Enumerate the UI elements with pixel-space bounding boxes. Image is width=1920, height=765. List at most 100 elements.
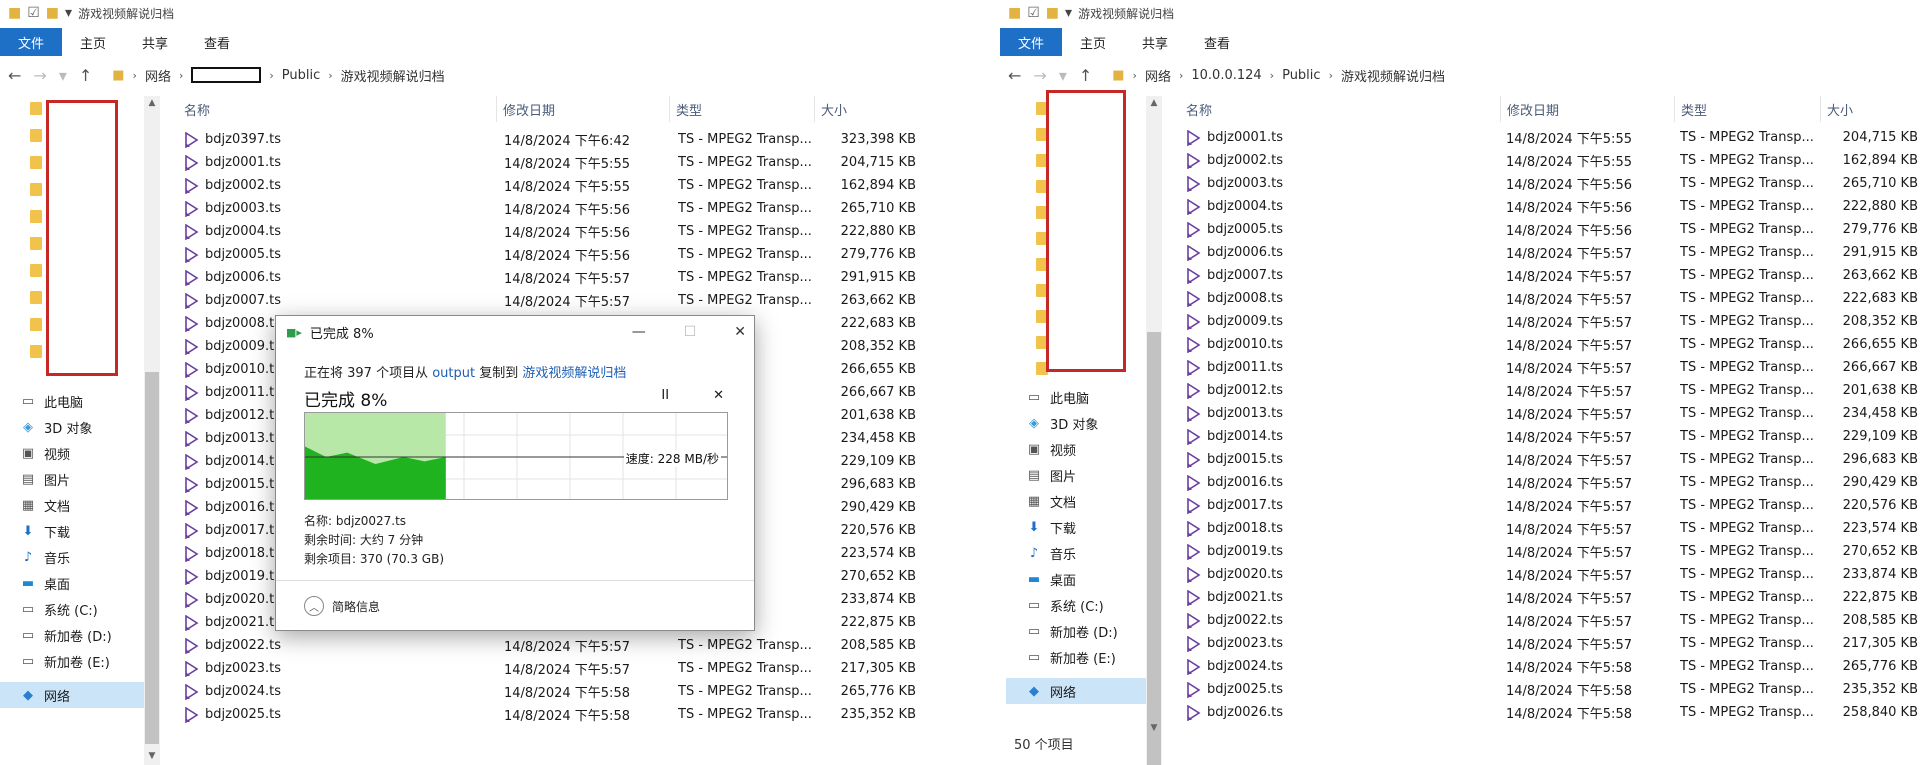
- table-row[interactable]: bdjz0006.ts 14/8/2024 下午5:57 TS - MPEG2 Tr…: [1186, 241, 1920, 264]
- file-name[interactable]: bdjz0007.ts: [205, 293, 281, 308]
- destination-link[interactable]: 游戏视频解说归档: [522, 366, 626, 381]
- file-name-cell[interactable]: bdjz0012.ts: [1186, 379, 1498, 402]
- header-type[interactable]: 类型: [1674, 96, 1820, 122]
- table-row[interactable]: bdjz0011.ts 14/8/2024 下午5:57 TS - MPEG2 Tr…: [1186, 356, 1920, 379]
- file-name-cell[interactable]: bdjz0007.ts: [184, 289, 496, 312]
- table-row[interactable]: bdjz0006.ts 14/8/2024 下午5:57 TS - MPEG2 Tr…: [184, 266, 964, 289]
- nav-item[interactable]: ▭ 新加卷 (E:): [20, 648, 160, 674]
- chevron-right-icon[interactable]: ›: [1270, 69, 1274, 82]
- nav-item[interactable]: ♪ 音乐: [1026, 540, 1166, 566]
- file-name[interactable]: bdjz0005.ts: [1207, 222, 1283, 237]
- file-name-cell[interactable]: bdjz0015.ts: [1186, 448, 1498, 471]
- file-name[interactable]: bdjz0008.ts: [205, 316, 281, 331]
- file-name[interactable]: bdjz0012.ts: [1207, 383, 1283, 398]
- nav-item-label[interactable]: 桌面: [1050, 570, 1076, 589]
- nav-item-label[interactable]: 视频: [1050, 440, 1076, 459]
- nav-item-label[interactable]: 视频: [44, 444, 70, 463]
- nav-item-label[interactable]: 此电脑: [1050, 388, 1089, 407]
- file-name[interactable]: bdjz0017.ts: [205, 523, 281, 538]
- cancel-copy-button[interactable]: ✕: [713, 388, 724, 403]
- folder-icon[interactable]: [30, 129, 42, 142]
- table-row[interactable]: bdjz0004.ts 14/8/2024 下午5:56 TS - MPEG2 Tr…: [1186, 195, 1920, 218]
- chevron-up-icon[interactable]: ︿: [304, 596, 324, 616]
- file-name[interactable]: bdjz0006.ts: [1207, 245, 1283, 260]
- file-name[interactable]: bdjz0014.ts: [205, 454, 281, 469]
- nav-item[interactable]: ♪ 音乐: [20, 544, 160, 570]
- table-row[interactable]: bdjz0022.ts 14/8/2024 下午5:57 TS - MPEG2 Tr…: [1186, 609, 1920, 632]
- file-name[interactable]: bdjz0009.ts: [1207, 314, 1283, 329]
- file-name[interactable]: bdjz0019.ts: [205, 569, 281, 584]
- tab-home[interactable]: 主页: [62, 28, 124, 56]
- crumb-public[interactable]: Public: [1282, 68, 1320, 83]
- file-name[interactable]: bdjz0026.ts: [1207, 705, 1283, 720]
- file-name[interactable]: bdjz0023.ts: [205, 661, 281, 676]
- file-name[interactable]: bdjz0022.ts: [1207, 613, 1283, 628]
- scroll-thumb[interactable]: [145, 372, 159, 744]
- table-row[interactable]: bdjz0008.ts 14/8/2024 下午5:57 TS - MPEG2 Tr…: [1186, 287, 1920, 310]
- file-name-cell[interactable]: bdjz0004.ts: [184, 220, 496, 243]
- nav-item-label[interactable]: 音乐: [1050, 544, 1076, 563]
- file-name-cell[interactable]: bdjz0025.ts: [1186, 678, 1498, 701]
- nav-item[interactable]: ⬇ 下载: [20, 518, 160, 544]
- source-link[interactable]: output: [432, 366, 475, 381]
- file-name[interactable]: bdjz0016.ts: [1207, 475, 1283, 490]
- table-row[interactable]: bdjz0022.ts 14/8/2024 下午5:57 TS - MPEG2 Tr…: [184, 634, 964, 657]
- file-name[interactable]: bdjz0002.ts: [205, 178, 281, 193]
- file-name-cell[interactable]: bdjz0013.ts: [1186, 402, 1498, 425]
- file-name-cell[interactable]: bdjz0021.ts: [1186, 586, 1498, 609]
- file-name[interactable]: bdjz0001.ts: [1207, 130, 1283, 145]
- file-name[interactable]: bdjz0001.ts: [205, 155, 281, 170]
- table-row[interactable]: bdjz0004.ts 14/8/2024 下午5:56 TS - MPEG2 Tr…: [184, 220, 964, 243]
- properties-icon[interactable]: ☑: [1027, 6, 1040, 20]
- tab-file[interactable]: 文件: [1000, 28, 1063, 56]
- file-name-cell[interactable]: bdjz0008.ts: [1186, 287, 1498, 310]
- table-row[interactable]: bdjz0025.ts 14/8/2024 下午5:58 TS - MPEG2 Tr…: [1186, 678, 1920, 701]
- nav-item[interactable]: ▭ 系统 (C:): [1026, 592, 1166, 618]
- file-name[interactable]: bdjz0008.ts: [1207, 291, 1283, 306]
- chevron-right-icon[interactable]: ›: [1179, 69, 1183, 82]
- nav-item-label[interactable]: 系统 (C:): [44, 600, 98, 619]
- file-name-cell[interactable]: bdjz0010.ts: [1186, 333, 1498, 356]
- tab-share[interactable]: 共享: [124, 28, 186, 56]
- nav-item-label[interactable]: 下载: [44, 522, 70, 541]
- file-name-cell[interactable]: bdjz0024.ts: [184, 680, 496, 703]
- file-name[interactable]: bdjz0005.ts: [205, 247, 281, 262]
- folder-icon[interactable]: [30, 237, 42, 250]
- table-row[interactable]: bdjz0023.ts 14/8/2024 下午5:57 TS - MPEG2 Tr…: [184, 657, 964, 680]
- file-name-cell[interactable]: bdjz0011.ts: [1186, 356, 1498, 379]
- file-name[interactable]: bdjz0012.ts: [205, 408, 281, 423]
- file-name-cell[interactable]: bdjz0003.ts: [1186, 172, 1498, 195]
- customize-toolbar-icon[interactable]: ▾: [1065, 6, 1072, 20]
- file-name-cell[interactable]: bdjz0022.ts: [1186, 609, 1498, 632]
- file-name-cell[interactable]: bdjz0397.ts: [184, 128, 496, 151]
- table-row[interactable]: bdjz0005.ts 14/8/2024 下午5:56 TS - MPEG2 Tr…: [184, 243, 964, 266]
- file-name-cell[interactable]: bdjz0002.ts: [1186, 149, 1498, 172]
- file-name[interactable]: bdjz0003.ts: [205, 201, 281, 216]
- nav-item[interactable]: ▦ 文档: [20, 492, 160, 518]
- nav-item-label[interactable]: 新加卷 (E:): [1050, 648, 1116, 667]
- file-name-cell[interactable]: bdjz0024.ts: [1186, 655, 1498, 678]
- close-icon[interactable]: ✕: [734, 324, 746, 340]
- file-name-cell[interactable]: bdjz0001.ts: [1186, 126, 1498, 149]
- nav-item-label[interactable]: 此电脑: [44, 392, 83, 411]
- table-row[interactable]: bdjz0009.ts 14/8/2024 下午5:57 TS - MPEG2 Tr…: [1186, 310, 1920, 333]
- file-name-cell[interactable]: bdjz0005.ts: [184, 243, 496, 266]
- file-name-cell[interactable]: bdjz0006.ts: [184, 266, 496, 289]
- file-name-cell[interactable]: bdjz0016.ts: [1186, 471, 1498, 494]
- file-name[interactable]: bdjz0021.ts: [1207, 590, 1283, 605]
- nav-item[interactable]: ▦ 文档: [1026, 488, 1166, 514]
- up-arrow-icon[interactable]: ↑: [79, 66, 92, 85]
- chevron-right-icon[interactable]: ›: [133, 69, 137, 82]
- folder-icon[interactable]: [30, 102, 42, 115]
- table-row[interactable]: bdjz0010.ts 14/8/2024 下午5:57 TS - MPEG2 Tr…: [1186, 333, 1920, 356]
- file-name-cell[interactable]: bdjz0025.ts: [184, 703, 496, 726]
- file-name[interactable]: bdjz0010.ts: [1207, 337, 1283, 352]
- file-name[interactable]: bdjz0015.ts: [205, 477, 281, 492]
- chevron-right-icon[interactable]: ›: [328, 69, 332, 82]
- table-row[interactable]: bdjz0007.ts 14/8/2024 下午5:57 TS - MPEG2 Tr…: [184, 289, 964, 312]
- file-name[interactable]: bdjz0015.ts: [1207, 452, 1283, 467]
- nav-item[interactable]: ◆ 网络: [1006, 678, 1151, 704]
- tab-home[interactable]: 主页: [1062, 28, 1124, 56]
- nav-item-label[interactable]: 文档: [44, 496, 70, 515]
- header-size[interactable]: 大小: [814, 96, 904, 122]
